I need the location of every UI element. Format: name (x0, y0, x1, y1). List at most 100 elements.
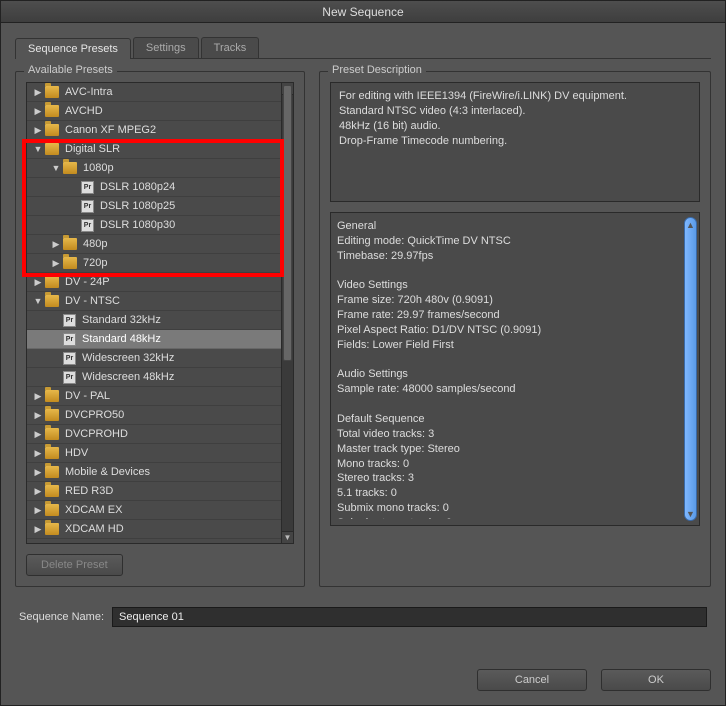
tree-item-label: Mobile & Devices (65, 466, 150, 478)
tree-folder[interactable]: ▶ XDCAM EX (27, 501, 281, 520)
tree-item-label: DV - PAL (65, 390, 110, 402)
tree-item-label: Canon XF MPEG2 (65, 124, 156, 136)
details-scrollbar[interactable] (684, 217, 697, 521)
tree-item-label: DVCPRO50 (65, 409, 124, 421)
preset-tree[interactable]: ▶AVC-Intra▶AVCHD▶Canon XF MPEG2▼Digital … (26, 82, 294, 544)
tree-folder[interactable]: ▶ DV - PAL (27, 387, 281, 406)
sequence-name-row: Sequence Name: (15, 587, 711, 631)
preset-details-text: General Editing mode: QuickTime DV NTSC … (337, 219, 681, 519)
tree-preset[interactable]: PrStandard 48kHz (27, 330, 281, 349)
folder-icon (45, 485, 59, 497)
preset-icon: Pr (81, 200, 94, 213)
tree-item-label: Widescreen 48kHz (82, 371, 174, 383)
tree-folder[interactable]: ▶480p (27, 235, 281, 254)
chevron-right-icon[interactable]: ▶ (33, 524, 43, 535)
tab-bar: Sequence Presets Settings Tracks (15, 37, 711, 59)
tree-folder[interactable]: ▶720p (27, 254, 281, 273)
chevron-right-icon[interactable]: ▶ (33, 410, 43, 421)
tree-item-label: RED R3D (65, 485, 113, 497)
tree-folder[interactable]: ▶ DV - 24P (27, 273, 281, 292)
tree-item-label: AVCHD (65, 105, 103, 117)
ok-button[interactable]: OK (601, 669, 711, 691)
tree-folder[interactable]: ▶ Canon XF MPEG2 (27, 121, 281, 140)
sequence-name-input[interactable] (112, 607, 707, 627)
tree-item-label: DSLR 1080p25 (100, 200, 175, 212)
available-presets-panel: Available Presets ▶AVC-Intra▶AVCHD▶Canon… (15, 71, 305, 587)
folder-icon (63, 238, 77, 250)
tree-item-label: Digital SLR (65, 143, 120, 155)
delete-preset-button[interactable]: Delete Preset (26, 554, 123, 576)
folder-icon (45, 409, 59, 421)
tree-folder[interactable]: ▶ Mobile & Devices (27, 463, 281, 482)
window-title: New Sequence (1, 1, 725, 23)
details-scroll-up-icon[interactable]: ▲ (685, 219, 696, 230)
chevron-right-icon[interactable]: ▶ (33, 448, 43, 459)
preset-description-legend: Preset Description (328, 64, 426, 76)
tree-folder[interactable]: ▶ RED R3D (27, 482, 281, 501)
tree-folder[interactable]: ▼ 1080p (27, 159, 281, 178)
folder-icon (45, 295, 59, 307)
chevron-right-icon[interactable]: ▶ (33, 429, 43, 440)
chevron-right-icon[interactable]: ▶ (51, 239, 61, 250)
tab-tracks[interactable]: Tracks (201, 37, 260, 58)
tree-preset[interactable]: Pr Widescreen 48kHz (27, 368, 281, 387)
tree-scrollbar[interactable]: ▲ ▼ (281, 83, 293, 543)
tree-folder[interactable]: ▼ Digital SLR (27, 140, 281, 159)
tree-item-label: XDCAM HD (65, 523, 124, 535)
chevron-right-icon[interactable]: ▶ (33, 125, 43, 136)
scroll-down-icon[interactable]: ▼ (282, 531, 293, 543)
tree-folder[interactable]: ▶ DVCPRO50 (27, 406, 281, 425)
chevron-right-icon[interactable]: ▶ (33, 467, 43, 478)
tree-preset[interactable]: PrStandard 32kHz (27, 311, 281, 330)
tree-item-label: Standard 48kHz (82, 333, 161, 345)
preset-tree-wrap: ▶AVC-Intra▶AVCHD▶Canon XF MPEG2▼Digital … (26, 82, 294, 544)
tree-item-label: XDCAM EX (65, 504, 122, 516)
dialog-footer: Cancel OK (1, 655, 725, 705)
main-panels: Available Presets ▶AVC-Intra▶AVCHD▶Canon… (15, 59, 711, 587)
tree-preset[interactable]: Pr Widescreen 32kHz (27, 349, 281, 368)
chevron-down-icon[interactable]: ▼ (51, 163, 61, 173)
folder-icon (45, 504, 59, 516)
folder-icon (45, 466, 59, 478)
tree-folder[interactable]: ▼DV - NTSC (27, 292, 281, 311)
tab-sequence-presets[interactable]: Sequence Presets (15, 38, 131, 59)
tree-item-label: 1080p (83, 162, 114, 174)
available-presets-legend: Available Presets (24, 64, 117, 76)
tree-preset[interactable]: Pr DSLR 1080p25 (27, 197, 281, 216)
tree-item-label: HDV (65, 447, 88, 459)
preset-icon: Pr (81, 181, 94, 194)
tree-folder[interactable]: ▶ XDCAM HD (27, 520, 281, 539)
chevron-right-icon[interactable]: ▶ (33, 106, 43, 117)
tree-item-label: DSLR 1080p24 (100, 181, 175, 193)
tree-item-label: DV - 24P (65, 276, 110, 288)
folder-icon (45, 276, 59, 288)
scroll-thumb[interactable] (283, 85, 292, 361)
preset-icon: Pr (63, 371, 76, 384)
chevron-right-icon[interactable]: ▶ (33, 87, 43, 98)
preset-icon: Pr (81, 219, 94, 232)
chevron-right-icon[interactable]: ▶ (33, 277, 43, 288)
tree-folder[interactable]: ▶ AVCHD (27, 102, 281, 121)
chevron-down-icon[interactable]: ▼ (33, 144, 43, 154)
tree-folder[interactable]: ▶ HDV (27, 444, 281, 463)
tree-item-label: Widescreen 32kHz (82, 352, 174, 364)
tree-item-label: DSLR 1080p30 (100, 219, 175, 231)
details-scroll-down-icon[interactable]: ▼ (685, 508, 696, 519)
tree-preset[interactable]: Pr DSLR 1080p24 (27, 178, 281, 197)
preset-description-text: For editing with IEEE1394 (FireWire/i.LI… (339, 89, 691, 148)
chevron-right-icon[interactable]: ▶ (33, 486, 43, 497)
tree-folder[interactable]: ▶DVCPROHD (27, 425, 281, 444)
tree-preset[interactable]: Pr DSLR 1080p30 (27, 216, 281, 235)
chevron-down-icon[interactable]: ▼ (33, 296, 43, 306)
tree-folder[interactable]: ▶AVC-Intra (27, 83, 281, 102)
cancel-button[interactable]: Cancel (477, 669, 587, 691)
chevron-right-icon[interactable]: ▶ (51, 258, 61, 269)
chevron-right-icon[interactable]: ▶ (33, 391, 43, 402)
tab-settings[interactable]: Settings (133, 37, 199, 58)
folder-icon (45, 523, 59, 535)
preset-icon: Pr (63, 352, 76, 365)
chevron-right-icon[interactable]: ▶ (33, 505, 43, 516)
sequence-name-label: Sequence Name: (19, 611, 104, 623)
folder-icon (63, 257, 77, 269)
folder-icon (45, 428, 59, 440)
